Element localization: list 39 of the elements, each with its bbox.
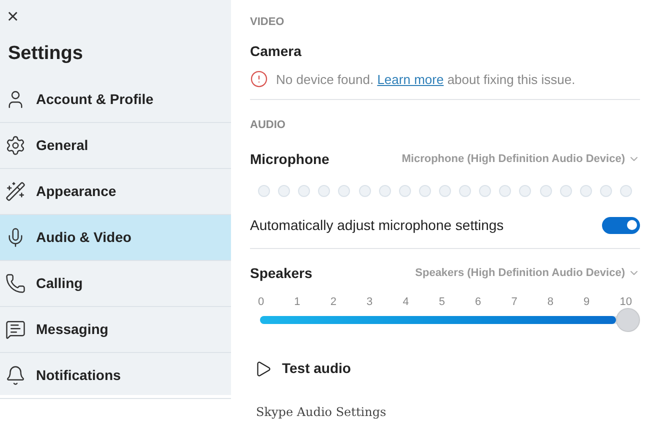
bell-icon: [5, 364, 26, 386]
scale-label: 10: [620, 294, 632, 310]
sidebar-item[interactable]: Audio & Video: [0, 214, 231, 260]
warning-icon: [250, 70, 268, 88]
scale-label: 5: [438, 294, 445, 310]
image-caption: Skype Audio Settings: [256, 404, 388, 421]
wand-icon: [5, 180, 26, 202]
test-audio-button[interactable]: Test audio: [254, 358, 351, 379]
sidebar-item[interactable]: Messaging: [0, 306, 231, 352]
auto-adjust-toggle[interactable]: [602, 216, 640, 234]
settings-icon: [5, 134, 26, 156]
section-heading: VIDEO: [250, 15, 286, 30]
sidebar-item[interactable]: Account & Profile: [0, 76, 231, 122]
play-icon: [254, 360, 272, 378]
settings-title: Settings: [8, 42, 84, 66]
microphone-label: Microphone: [250, 150, 330, 169]
volume-slider[interactable]: [260, 308, 640, 332]
sidebar-item[interactable]: Calling: [0, 260, 231, 306]
scale-label: 3: [366, 294, 373, 310]
phone-icon: [5, 272, 26, 294]
scale-label: 9: [584, 294, 590, 310]
sidebar-item[interactable]: General: [0, 122, 231, 168]
scale-label: 1: [294, 294, 300, 310]
scale-label: 0: [258, 294, 264, 310]
scale-label: 4: [402, 294, 409, 310]
scale-label: 8: [547, 294, 554, 310]
section-heading: AUDIO: [250, 118, 286, 133]
auto-adjust-label: Automatically adjust microphone settings: [250, 216, 504, 235]
close-button[interactable]: ×: [7, 6, 23, 28]
scale-label: 7: [511, 294, 518, 310]
scale-label: 2: [330, 294, 336, 310]
message-icon: [5, 318, 26, 340]
learn-more-link[interactable]: Learn more: [377, 72, 444, 86]
warning-message: No device found. Learn more about fixing this issue.: [276, 70, 576, 89]
speakers-label: Speakers: [250, 264, 312, 283]
camera-label: Camera: [250, 42, 302, 60]
sidebar-item[interactable]: Notifications: [0, 352, 231, 398]
scale-label: 6: [475, 294, 482, 310]
volume-slider-thumb[interactable]: [616, 308, 640, 332]
